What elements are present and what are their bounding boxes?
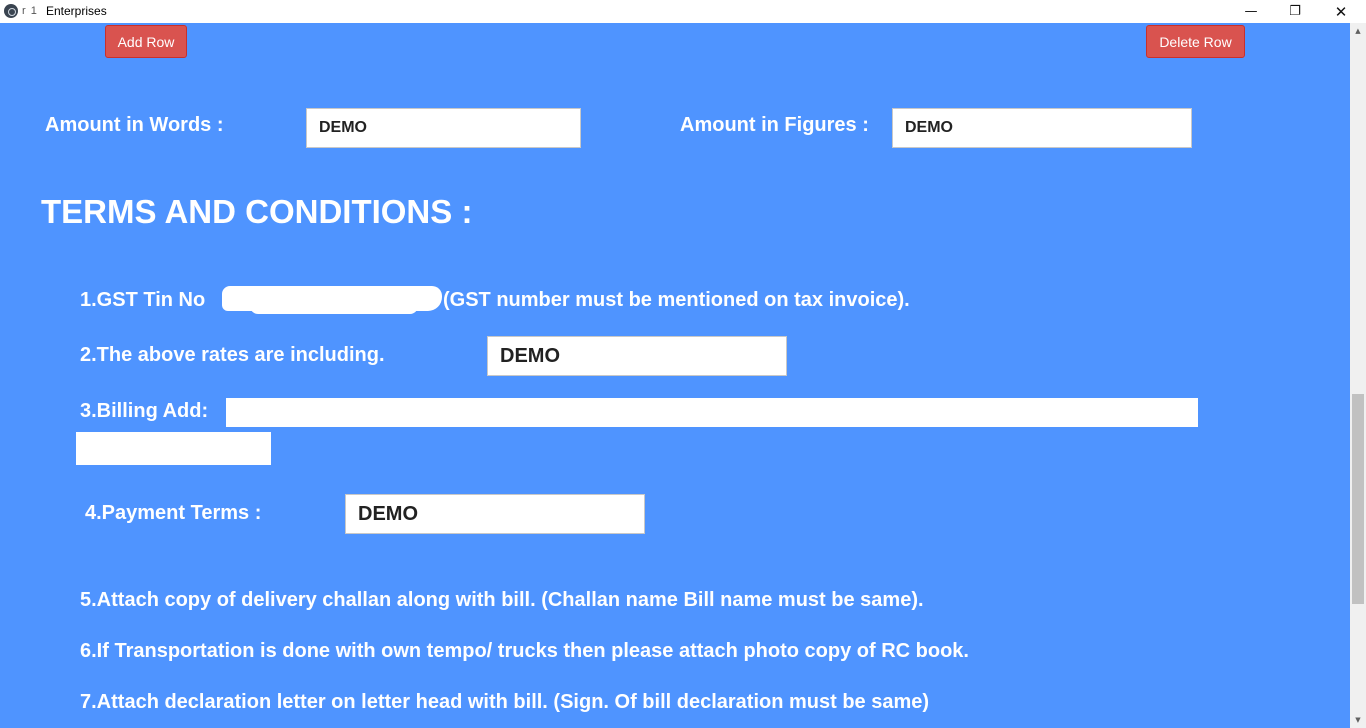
add-row-button[interactable]: Add Row <box>105 25 187 58</box>
terms-heading: TERMS AND CONDITIONS : <box>41 193 473 230</box>
payment-terms-input[interactable]: DEMO <box>345 494 645 534</box>
redacted-gst-number-tail <box>250 306 418 314</box>
amount-in-words-label: Amount in Words : <box>45 114 224 136</box>
restore-button[interactable]: ❐ <box>1272 0 1318 23</box>
term-item-6: 6.If Transportation is done with own tem… <box>80 640 969 662</box>
term-item-7: 7.Attach declaration letter on letter he… <box>80 691 930 713</box>
billing-address-label: 3.Billing Add: <box>80 400 209 422</box>
close-button[interactable]: ✕ <box>1318 0 1364 23</box>
gst-tin-label: 1.GST Tin No <box>80 289 206 311</box>
amount-in-words-input[interactable]: DEMO <box>306 108 581 148</box>
window-title: Enterprises <box>46 4 107 18</box>
amount-in-figures-input[interactable]: DEMO <box>892 108 1192 148</box>
gst-note: (GST number must be mentioned on tax inv… <box>443 289 910 311</box>
vertical-scrollbar[interactable]: ▲ ▼ <box>1350 23 1366 728</box>
scroll-down-arrow-icon[interactable]: ▼ <box>1350 712 1366 728</box>
title-bar: r 1 Enterprises — ❐ ✕ <box>0 0 1366 23</box>
delete-row-button[interactable]: Delete Row <box>1146 25 1245 58</box>
term-item-5: 5.Attach copy of delivery challan along … <box>80 589 924 611</box>
billing-address-input[interactable] <box>226 398 1198 427</box>
amount-in-figures-label: Amount in Figures : <box>680 114 869 136</box>
invoice-form-area: Add Row Delete Row Amount in Words : DEM… <box>0 23 1350 728</box>
window-title-prefix: r 1 <box>22 5 38 17</box>
app-icon <box>4 4 18 18</box>
rates-including-label: 2.The above rates are including. <box>80 344 385 366</box>
payment-terms-label: 4.Payment Terms : <box>85 502 262 524</box>
scroll-up-arrow-icon[interactable]: ▲ <box>1350 23 1366 39</box>
rates-including-input[interactable]: DEMO <box>487 336 787 376</box>
scroll-thumb[interactable] <box>1352 394 1364 604</box>
minimize-button[interactable]: — <box>1228 0 1274 23</box>
billing-address-input-line-2[interactable] <box>76 432 271 465</box>
